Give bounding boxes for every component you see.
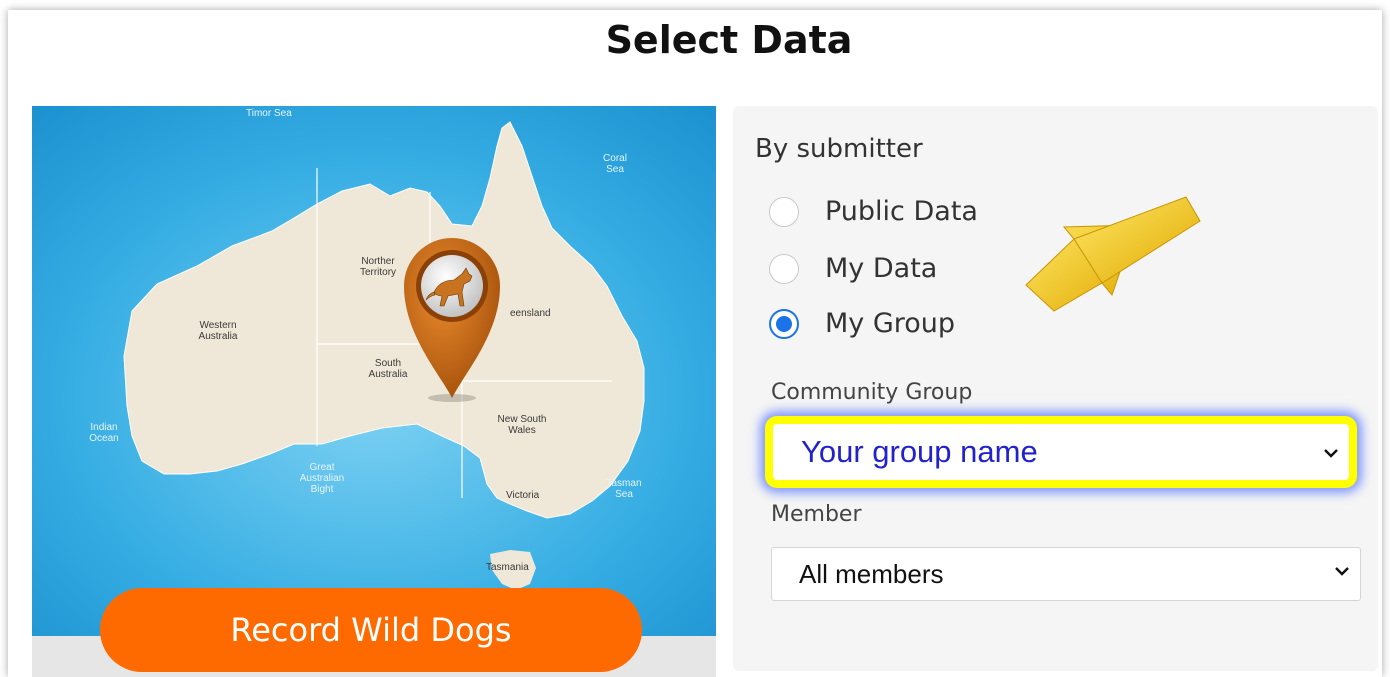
chevron-down-icon: [1335, 567, 1349, 576]
member-select[interactable]: All members: [771, 547, 1361, 601]
map-label-indian-ocean: Indian Ocean: [89, 422, 119, 444]
radio-label-my-data: My Data: [825, 253, 938, 284]
radio-circle-public-data[interactable]: [769, 196, 799, 227]
member-value: All members: [799, 558, 944, 589]
radio-public-data[interactable]: Public Data: [769, 196, 978, 227]
radio-circle-my-group[interactable]: [769, 308, 799, 339]
map-label-tasmania: Tasmania: [486, 562, 529, 573]
radio-my-group[interactable]: My Group: [769, 308, 955, 339]
map-label-timor-sea: Timor Sea: [246, 108, 292, 119]
record-wild-dogs-button[interactable]: Record Wild Dogs: [100, 588, 642, 672]
map-label-coral-sea: Coral Sea: [603, 153, 627, 175]
callout-arrow-icon: [1025, 196, 1201, 312]
community-group-value: Your group name: [801, 434, 1038, 469]
chevron-down-icon: [1324, 449, 1338, 458]
radio-label-public-data: Public Data: [825, 196, 978, 227]
map-label-victoria: Victoria: [506, 490, 540, 501]
map-label-western-australia: Western Australia: [198, 320, 238, 342]
map-label-northern-territory: Norther Territory: [359, 256, 397, 278]
radio-label-my-group: My Group: [825, 308, 956, 339]
map-label-tasman-sea: Tasman Sea: [606, 478, 642, 500]
member-label: Member: [771, 502, 862, 527]
community-group-select[interactable]: Your group name: [765, 416, 1357, 488]
map-card: Timor Sea Coral Sea Norther Territory We…: [32, 106, 716, 677]
by-submitter-heading: By submitter: [755, 134, 923, 164]
map-label-great-australian-bight: Great Australian Bight: [299, 462, 345, 495]
community-group-label: Community Group: [771, 380, 973, 405]
map-label-new-south-wales: New South Wales: [497, 414, 547, 436]
radio-circle-my-data[interactable]: [769, 253, 799, 284]
map-label-queensland: eensland: [510, 308, 551, 319]
page-title: Select Data: [605, 18, 853, 62]
radio-my-data[interactable]: My Data: [769, 253, 937, 284]
filter-panel: By submitter Public Data My Data My Grou…: [733, 106, 1378, 671]
dingo-pin-icon: [404, 238, 500, 402]
